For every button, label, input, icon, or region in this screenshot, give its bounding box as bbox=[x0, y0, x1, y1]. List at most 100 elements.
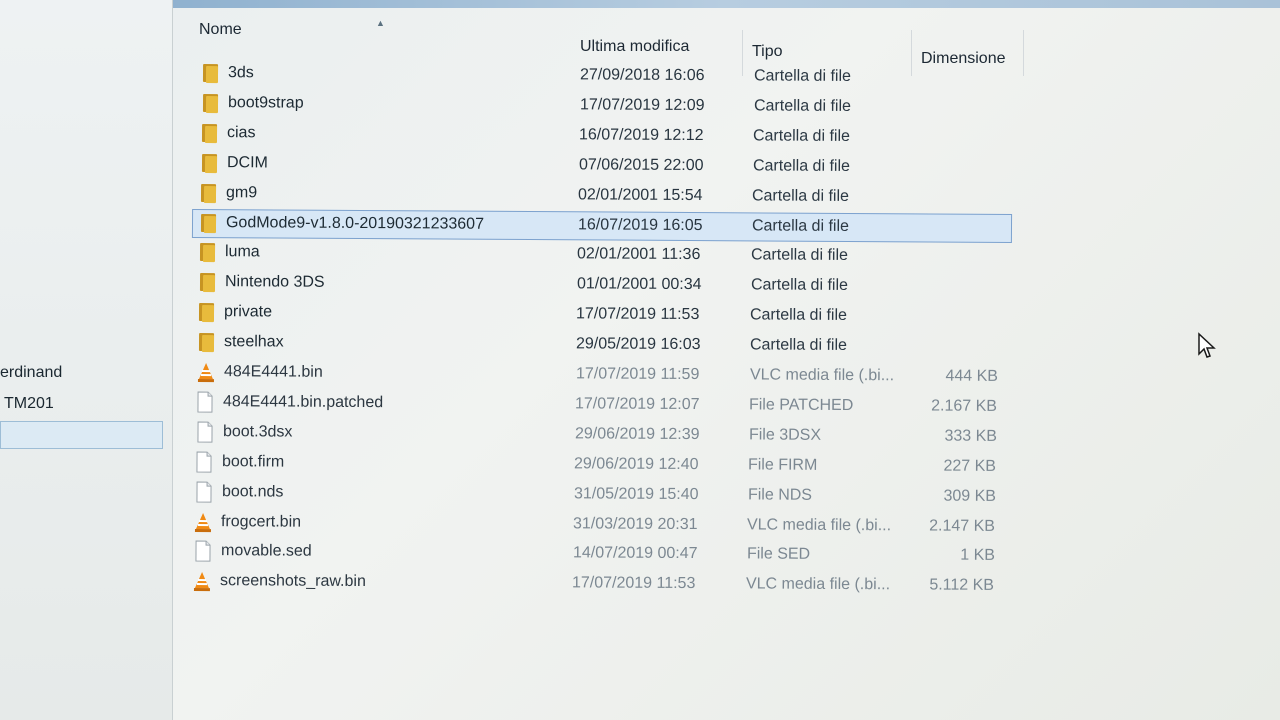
file-name[interactable]: luma bbox=[225, 244, 260, 262]
file-date: 16/07/2019 12:12 bbox=[579, 126, 704, 144]
file-name[interactable]: boot.firm bbox=[222, 453, 284, 471]
file-name[interactable]: screenshots_raw.bin bbox=[220, 572, 366, 591]
vlc-icon bbox=[192, 570, 212, 592]
file-name[interactable]: private bbox=[224, 303, 272, 321]
file-row[interactable]: screenshots_raw.bin 17/07/2019 11:53 VLC m… bbox=[192, 568, 1012, 603]
file-type: File PATCHED bbox=[748, 396, 854, 414]
file-type: Cartella di file bbox=[753, 97, 851, 115]
file-type: VLC media file (.bi... bbox=[747, 515, 892, 534]
file-row[interactable]: 3ds 27/09/2018 16:06 Cartella di file bbox=[200, 60, 1020, 95]
file-size: 309 KB bbox=[943, 487, 996, 505]
file-size: 227 KB bbox=[943, 457, 997, 475]
file-date: 29/06/2019 12:39 bbox=[574, 425, 700, 443]
file-date: 17/07/2019 11:53 bbox=[576, 305, 700, 324]
file-size: 2.167 KB bbox=[931, 397, 998, 415]
vlc-icon bbox=[195, 361, 215, 383]
file-name[interactable]: 484E4441.bin.patched bbox=[223, 393, 383, 412]
file-row[interactable]: boot.firm 29/06/2019 12:40 File FIRM 227 KB bbox=[194, 449, 1014, 484]
nav-item-user[interactable]: erdinand bbox=[0, 364, 62, 382]
file-date: 29/06/2019 12:40 bbox=[574, 455, 699, 473]
file-type: Cartella di file bbox=[751, 246, 849, 265]
file-size: 2.147 KB bbox=[929, 516, 996, 535]
column-header: Nome ▲ Ultima modifica Tipo Dimensione bbox=[190, 14, 1030, 76]
folder-icon bbox=[197, 271, 217, 293]
file-date: 16/07/2019 16:05 bbox=[577, 215, 703, 234]
column-divider[interactable] bbox=[1023, 30, 1024, 76]
sort-arrow-icon: ▲ bbox=[376, 18, 385, 28]
file-type: File 3DSX bbox=[748, 426, 821, 444]
file-icon bbox=[194, 481, 214, 503]
file-row[interactable]: cias 16/07/2019 12:12 Cartella di file bbox=[199, 120, 1019, 155]
file-type: File NDS bbox=[747, 485, 812, 504]
file-name[interactable]: GodMode9-v1.8.0-20190321233607 bbox=[226, 214, 484, 234]
file-name[interactable]: DCIM bbox=[227, 154, 268, 172]
file-date: 02/01/2001 15:54 bbox=[578, 185, 703, 204]
file-name[interactable]: movable.sed bbox=[221, 543, 312, 562]
file-name[interactable]: 3ds bbox=[228, 64, 254, 82]
file-row[interactable]: DCIM 07/06/2015 22:00 Cartella di file bbox=[199, 150, 1019, 185]
file-type: Cartella di file bbox=[750, 276, 848, 295]
file-date: 17/07/2019 11:53 bbox=[572, 574, 696, 593]
folder-icon bbox=[199, 152, 219, 174]
file-date: 17/07/2019 12:09 bbox=[579, 96, 705, 114]
folder-icon bbox=[198, 212, 218, 234]
file-icon bbox=[194, 451, 214, 473]
file-row[interactable]: boot.nds 31/05/2019 15:40 File NDS 309 KB bbox=[194, 479, 1014, 514]
file-name[interactable]: cias bbox=[227, 124, 256, 142]
file-name[interactable]: 484E4441.bin bbox=[223, 363, 322, 382]
file-date: 29/05/2019 16:03 bbox=[575, 335, 701, 354]
file-type: Cartella di file bbox=[753, 67, 851, 85]
vlc-icon bbox=[193, 511, 213, 533]
file-row[interactable]: 484E4441.bin 17/07/2019 11:59 VLC media fi… bbox=[195, 359, 1015, 394]
file-size: 5.112 KB bbox=[929, 576, 995, 595]
window-title-bar bbox=[170, 0, 1280, 8]
file-date: 17/07/2019 12:07 bbox=[575, 395, 700, 413]
file-date: 17/07/2019 11:59 bbox=[575, 365, 699, 384]
file-date: 27/09/2018 16:06 bbox=[579, 66, 705, 85]
folder-icon bbox=[199, 122, 219, 144]
file-type: VLC media file (.bi... bbox=[749, 366, 894, 385]
file-size: 444 KB bbox=[944, 367, 998, 385]
file-type: VLC media file (.bi... bbox=[746, 575, 891, 594]
file-type: File SED bbox=[746, 545, 810, 564]
nav-item-selected[interactable] bbox=[0, 421, 163, 449]
file-type: Cartella di file bbox=[750, 306, 848, 325]
file-row[interactable]: boot.3dsx 29/06/2019 12:39 File 3DSX 333 KB bbox=[195, 419, 1015, 454]
mouse-cursor-icon bbox=[1198, 332, 1216, 358]
file-name[interactable]: boot.nds bbox=[222, 483, 283, 501]
folder-icon bbox=[196, 331, 216, 353]
file-type: Cartella di file bbox=[753, 127, 851, 145]
file-date: 31/03/2019 20:31 bbox=[573, 514, 698, 533]
file-name[interactable]: gm9 bbox=[226, 184, 257, 202]
file-date: 31/05/2019 15:40 bbox=[573, 484, 699, 503]
file-date: 14/07/2019 00:47 bbox=[572, 544, 698, 563]
file-name[interactable]: Nintendo 3DS bbox=[225, 273, 325, 292]
file-date: 07/06/2015 22:00 bbox=[578, 156, 704, 174]
folder-icon bbox=[200, 62, 220, 84]
file-size: 333 KB bbox=[944, 427, 997, 445]
file-name[interactable]: boot.3dsx bbox=[223, 423, 292, 441]
file-row[interactable]: 484E4441.bin.patched 17/07/2019 12:07 File… bbox=[195, 389, 1015, 424]
folder-icon bbox=[199, 92, 219, 114]
nav-item-drive[interactable]: TM201 bbox=[4, 395, 54, 413]
file-type: Cartella di file bbox=[751, 216, 849, 235]
file-name[interactable]: steelhax bbox=[224, 333, 284, 351]
file-icon bbox=[193, 540, 213, 562]
file-size: 1 KB bbox=[960, 547, 995, 565]
file-type: Cartella di file bbox=[749, 336, 847, 355]
column-header-date[interactable]: Ultima modifica bbox=[580, 38, 689, 56]
folder-icon bbox=[197, 241, 217, 263]
file-type: Cartella di file bbox=[752, 157, 850, 175]
file-date: 01/01/2001 00:34 bbox=[576, 275, 702, 294]
file-icon bbox=[195, 421, 215, 443]
folder-icon bbox=[198, 182, 218, 204]
navigation-pane[interactable]: erdinand TM201 bbox=[0, 0, 173, 720]
column-header-name[interactable]: Nome bbox=[199, 21, 242, 39]
file-date: 02/01/2001 11:36 bbox=[577, 245, 701, 264]
file-name[interactable]: frogcert.bin bbox=[221, 513, 301, 531]
file-name[interactable]: boot9strap bbox=[228, 94, 304, 112]
file-row[interactable]: boot9strap 17/07/2019 12:09 Cartella di fi… bbox=[199, 90, 1019, 125]
file-type: Cartella di file bbox=[752, 186, 850, 205]
column-header-type[interactable]: Tipo bbox=[752, 43, 783, 61]
file-icon bbox=[195, 391, 215, 413]
